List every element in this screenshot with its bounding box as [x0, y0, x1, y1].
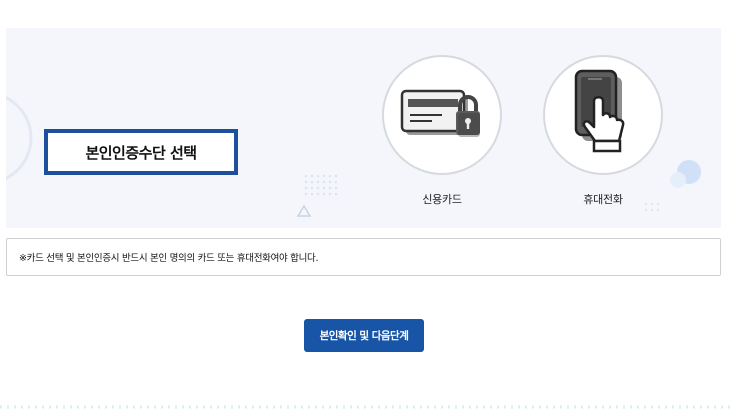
- notice-text: ※카드 선택 및 본인인증시 반드시 본인 명의의 카드 또는 휴대전화여야 합…: [19, 253, 319, 264]
- method-mobile-phone-circle[interactable]: [543, 55, 663, 175]
- method-credit-card[interactable]: 신용카드: [382, 55, 502, 207]
- notice-box: ※카드 선택 및 본인인증시 반드시 본인 명의의 카드 또는 휴대전화여야 합…: [6, 238, 721, 276]
- verify-next-button[interactable]: 본인확인 및 다음단계: [304, 319, 424, 352]
- method-mobile-phone[interactable]: 휴대전화: [543, 55, 663, 207]
- mobile-phone-hand-icon: [574, 69, 625, 153]
- method-credit-card-circle[interactable]: [382, 55, 502, 175]
- bottom-decoration: [0, 405, 733, 409]
- method-credit-card-label: 신용카드: [422, 193, 462, 206]
- credit-card-lock-icon: [400, 89, 480, 137]
- auth-method-banner: 본인인증수단 선택 신용카드 휴대전화: [6, 28, 721, 228]
- section-title: 본인인증수단 선택: [44, 129, 238, 175]
- method-mobile-phone-label: 휴대전화: [583, 193, 623, 206]
